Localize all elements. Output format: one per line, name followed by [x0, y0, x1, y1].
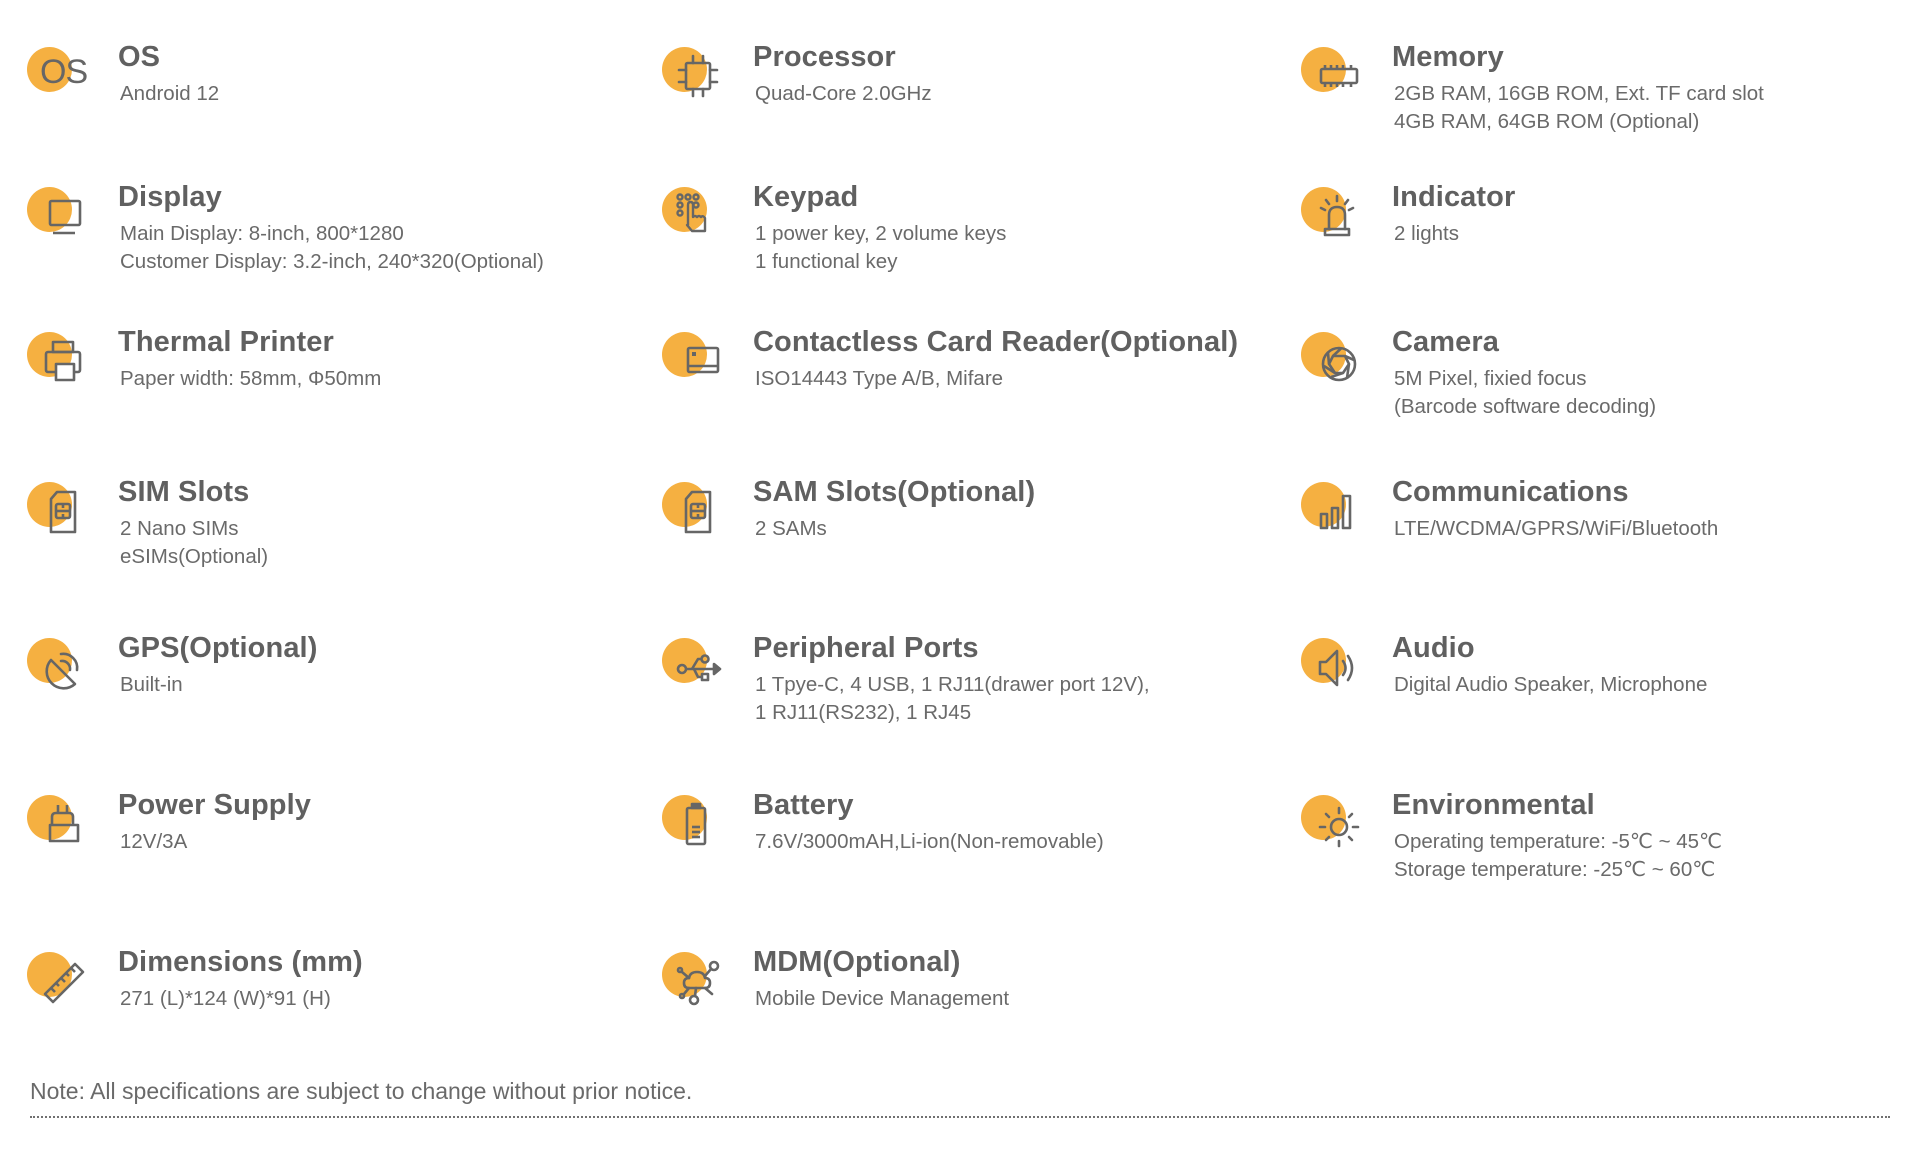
spec-value: Digital Audio Speaker, Microphone — [1394, 673, 1708, 696]
spec-title: OS — [118, 41, 161, 73]
memory-module-icon — [1301, 47, 1373, 107]
spec-value: 5M Pixel, fixied focus — [1394, 367, 1587, 390]
spec-value: (Barcode software decoding) — [1394, 394, 1657, 418]
disclaimer-note: Note: All specifications are subject to … — [30, 1078, 693, 1104]
spec-title: Audio — [1392, 632, 1475, 664]
spec-communications: Communications LTE/WCDMA/GPRS/WiFi/Bluet… — [1301, 476, 1901, 602]
spec-peripheral-ports: Peripheral Ports 1 Tpye-C, 4 USB, 1 RJ11… — [662, 632, 1262, 758]
spec-value: Android 12 — [120, 82, 220, 105]
keypad-touch-icon — [662, 187, 734, 247]
spec-title: Environmental — [1392, 789, 1595, 821]
spec-value: Main Display: 8-inch, 800*1280 — [120, 222, 404, 245]
power-plug-icon — [27, 795, 99, 855]
speaker-icon — [1301, 638, 1373, 698]
spec-value: 1 functional key — [755, 249, 898, 273]
ruler-icon — [27, 952, 99, 1012]
cloud-network-icon — [662, 952, 734, 1012]
spec-title: Keypad — [753, 181, 859, 213]
spec-title: Battery — [753, 789, 854, 821]
spec-os: OS OS Android 12 — [27, 41, 627, 167]
sun-icon — [1301, 795, 1373, 855]
spec-camera: Camera 5M Pixel, fixied focus (Barcode s… — [1301, 326, 1901, 452]
spec-value: Built-in — [120, 673, 183, 696]
battery-icon — [662, 795, 734, 855]
spec-title: SAM Slots(Optional) — [753, 476, 1036, 508]
spec-value: 1 RJ11(RS232), 1 RJ45 — [755, 700, 972, 724]
spec-value: 2 Nano SIMs — [120, 517, 239, 540]
spec-processor: Processor Quad-Core 2.0GHz — [662, 41, 1262, 167]
spec-title: Thermal Printer — [118, 326, 334, 358]
spec-display: Display Main Display: 8-inch, 800*1280 C… — [27, 181, 627, 307]
spec-title: Camera — [1392, 326, 1499, 358]
spec-keypad: Keypad 1 power key, 2 volume keys 1 func… — [662, 181, 1262, 307]
spec-mdm: MDM(Optional) Mobile Device Management — [662, 946, 1262, 1072]
spec-title: Indicator — [1392, 181, 1516, 213]
siren-light-icon — [1301, 187, 1373, 247]
cpu-chip-icon — [662, 47, 734, 107]
spec-title: Communications — [1392, 476, 1629, 508]
spec-value: 1 Tpye-C, 4 USB, 1 RJ11(drawer port 12V)… — [755, 673, 1150, 696]
spec-title: Display — [118, 181, 222, 213]
spec-title: GPS(Optional) — [118, 632, 318, 664]
camera-aperture-icon — [1301, 332, 1373, 392]
spec-value: 271 (L)*124 (W)*91 (H) — [120, 987, 331, 1010]
spec-audio: Audio Digital Audio Speaker, Microphone — [1301, 632, 1901, 758]
spec-value: Storage temperature: -25℃ ~ 60℃ — [1394, 857, 1716, 881]
spec-sam-slots: SAM Slots(Optional) 2 SAMs — [662, 476, 1262, 602]
spec-title: SIM Slots — [118, 476, 250, 508]
sim-card-icon — [27, 482, 99, 542]
spec-value: LTE/WCDMA/GPRS/WiFi/Bluetooth — [1394, 517, 1719, 540]
spec-value: Operating temperature: -5℃ ~ 45℃ — [1394, 830, 1723, 853]
satellite-dish-icon — [27, 638, 99, 698]
spec-memory: Memory 2GB RAM, 16GB ROM, Ext. TF card s… — [1301, 41, 1901, 167]
printer-icon — [27, 332, 99, 392]
spec-sim-slots: SIM Slots 2 Nano SIMs eSIMs(Optional) — [27, 476, 627, 602]
spec-value: Quad-Core 2.0GHz — [755, 82, 932, 105]
spec-title: Memory — [1392, 41, 1504, 73]
spec-title: Power Supply — [118, 789, 311, 821]
sam-card-icon — [662, 482, 734, 542]
spec-value: 2 lights — [1394, 222, 1459, 245]
spec-environmental: Environmental Operating temperature: -5℃… — [1301, 789, 1901, 915]
spec-value: ISO14443 Type A/B, Mifare — [755, 367, 1004, 390]
spec-dimensions: Dimensions (mm) 271 (L)*124 (W)*91 (H) — [27, 946, 627, 1072]
spec-contactless-card-reader: Contactless Card Reader(Optional) ISO144… — [662, 326, 1262, 452]
card-icon — [662, 332, 734, 392]
spec-value: 4GB RAM, 64GB ROM (Optional) — [1394, 109, 1700, 133]
spec-indicator: Indicator 2 lights — [1301, 181, 1901, 307]
spec-value: 2GB RAM, 16GB ROM, Ext. TF card slot — [1394, 82, 1764, 105]
spec-power-supply: Power Supply 12V/3A — [27, 789, 627, 915]
spec-value: Customer Display: 3.2-inch, 240*320(Opti… — [120, 249, 544, 273]
spec-title: MDM(Optional) — [753, 946, 961, 978]
spec-title: Dimensions (mm) — [118, 946, 363, 978]
spec-title: Contactless Card Reader(Optional) — [753, 326, 1239, 358]
monitor-icon — [27, 187, 99, 247]
spec-title: Peripheral Ports — [753, 632, 979, 664]
spec-gps: GPS(Optional) Built-in — [27, 632, 627, 758]
spec-value: Mobile Device Management — [755, 987, 1010, 1010]
spec-value: 1 power key, 2 volume keys — [755, 222, 1007, 245]
usb-icon — [662, 638, 734, 698]
dotted-divider — [30, 1116, 1890, 1118]
spec-value: 2 SAMs — [755, 517, 827, 540]
spec-value: 7.6V/3000mAH,Li-ion(Non-removable) — [755, 830, 1104, 853]
os-text-icon: OS — [27, 47, 99, 107]
spec-battery: Battery 7.6V/3000mAH,Li-ion(Non-removabl… — [662, 789, 1262, 915]
signal-bars-icon — [1301, 482, 1373, 542]
spec-title: Processor — [753, 41, 896, 73]
spec-thermal-printer: Thermal Printer Paper width: 58mm, Φ50mm — [27, 326, 627, 452]
spec-value: eSIMs(Optional) — [120, 544, 269, 568]
spec-value: 12V/3A — [120, 830, 188, 853]
spec-value: Paper width: 58mm, Φ50mm — [120, 367, 382, 390]
